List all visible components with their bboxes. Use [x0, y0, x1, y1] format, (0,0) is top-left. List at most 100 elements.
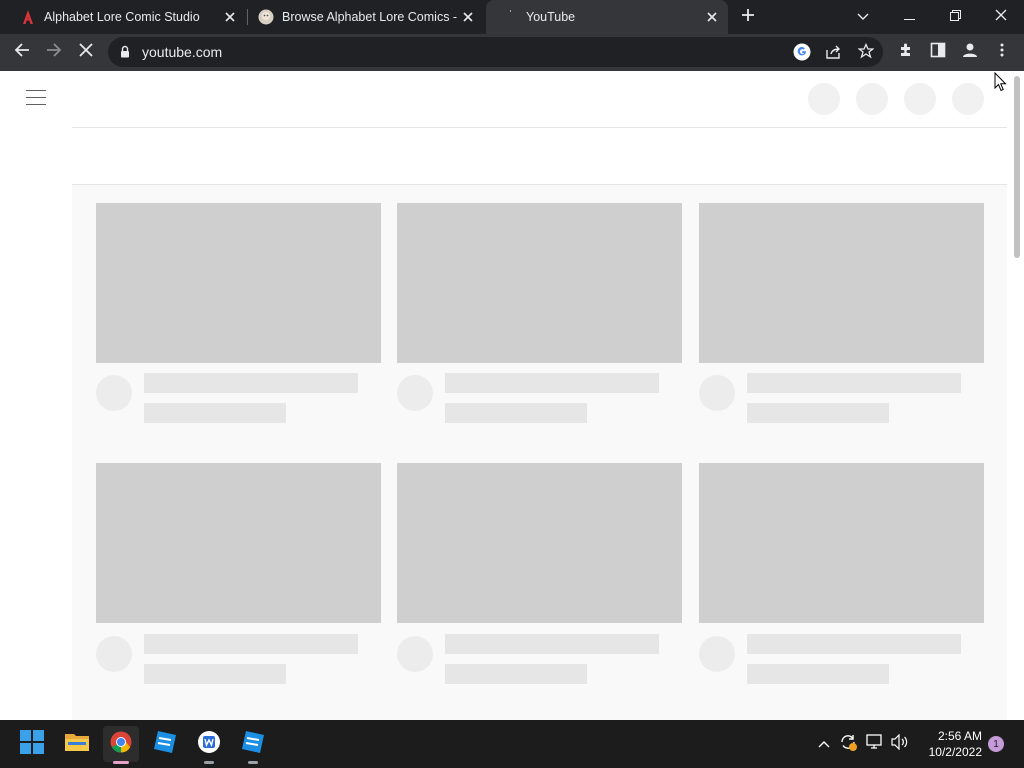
tab-title: YouTube — [526, 10, 576, 24]
title-placeholder — [747, 634, 961, 654]
file-explorer-button[interactable] — [59, 726, 95, 762]
address-bar[interactable]: youtube.com — [108, 37, 883, 67]
header-placeholder-circle — [952, 83, 984, 115]
network-icon — [866, 733, 884, 755]
running-app-indicator — [248, 761, 258, 764]
title-placeholder — [144, 373, 358, 393]
hamburger-menu-icon[interactable] — [26, 90, 46, 106]
restore-button[interactable] — [932, 0, 978, 34]
meta-placeholder — [445, 403, 587, 423]
minimize-button[interactable] — [886, 0, 932, 34]
avatar-placeholder — [397, 636, 433, 672]
lock-icon[interactable] — [120, 45, 130, 63]
chrome-taskbar-button[interactable] — [103, 726, 139, 764]
sync-warning-icon — [838, 732, 858, 757]
arrow-right-icon — [46, 42, 62, 63]
volume-button[interactable] — [890, 733, 910, 755]
header-placeholder-circle — [856, 83, 888, 115]
network-button[interactable] — [865, 733, 885, 755]
thumbnail-placeholder — [96, 463, 381, 623]
start-button[interactable] — [14, 726, 50, 762]
extensions-button[interactable] — [892, 38, 920, 66]
tab-search-button[interactable] — [840, 0, 886, 34]
comic-avatar-icon — [258, 9, 274, 25]
share-icon[interactable] — [825, 44, 841, 65]
header-placeholder-circle — [808, 83, 840, 115]
avatar-placeholder — [96, 636, 132, 672]
title-placeholder — [144, 634, 358, 654]
chrome-icon — [110, 731, 132, 758]
wordpad-icon — [197, 730, 221, 759]
header-placeholder-circle — [904, 83, 936, 115]
close-window-button[interactable] — [978, 0, 1024, 34]
tab-title: Browse Alphabet Lore Comics - C — [282, 10, 458, 24]
scrollbar-thumb[interactable] — [1014, 76, 1020, 258]
tab-search-icon — [857, 8, 869, 26]
title-placeholder — [445, 373, 659, 393]
roblox-studio-icon — [153, 730, 177, 759]
meta-placeholder — [747, 664, 889, 684]
url-text[interactable]: youtube.com — [142, 44, 222, 60]
windows-taskbar: 2:56 AM 10/2/2022 1 — [0, 720, 1024, 768]
close-tab-icon[interactable] — [702, 7, 722, 27]
tab-alphabet-lore-studio[interactable]: Alphabet Lore Comic Studio — [0, 0, 246, 34]
side-panel-icon — [930, 42, 946, 63]
page-scrollbar[interactable] — [1010, 71, 1024, 720]
back-button[interactable] — [8, 38, 36, 66]
browser-toolbar: youtube.com — [0, 34, 1024, 71]
notification-badge[interactable]: 1 — [988, 736, 1004, 752]
sync-status-button[interactable] — [838, 734, 858, 754]
title-placeholder — [747, 373, 961, 393]
header-divider — [72, 127, 1007, 128]
thumbnail-placeholder — [96, 203, 381, 363]
meta-placeholder — [144, 664, 286, 684]
avatar-placeholder — [397, 375, 433, 411]
avatar-placeholder — [699, 375, 735, 411]
show-hidden-icons-button[interactable] — [814, 734, 834, 754]
thumbnail-placeholder — [699, 463, 984, 623]
stop-button[interactable] — [72, 38, 100, 66]
new-tab-button[interactable] — [736, 5, 760, 29]
file-explorer-icon — [64, 731, 90, 758]
title-placeholder — [445, 634, 659, 654]
tab-youtube[interactable]: YouTube — [486, 0, 728, 34]
stop-loading-icon — [79, 42, 93, 62]
thumbnail-placeholder — [397, 463, 682, 623]
extensions-icon — [898, 42, 914, 63]
profile-icon — [961, 41, 979, 64]
taskbar-clock[interactable]: 2:56 AM 10/2/2022 — [916, 728, 982, 760]
tab-browse-comics[interactable]: Browse Alphabet Lore Comics - C — [238, 0, 484, 34]
start-windows-icon — [20, 729, 44, 759]
video-grid — [72, 185, 1007, 720]
profile-button[interactable] — [956, 38, 984, 66]
bookmark-star-icon[interactable] — [857, 42, 875, 64]
restore-icon — [949, 8, 961, 26]
avatar-placeholder — [96, 375, 132, 411]
forward-button[interactable] — [40, 38, 68, 66]
clock-date: 10/2/2022 — [928, 745, 982, 759]
close-tab-icon[interactable] — [220, 7, 240, 27]
mouse-cursor-icon — [994, 71, 1007, 97]
tab-strip: Alphabet Lore Comic Studio Browse Alphab… — [0, 0, 1024, 34]
side-panel-button[interactable] — [924, 38, 952, 66]
avatar-placeholder — [699, 636, 735, 672]
active-app-indicator — [113, 761, 129, 764]
thumbnail-placeholder — [397, 203, 682, 363]
more-menu-button[interactable] — [988, 38, 1016, 66]
plus-icon — [741, 8, 755, 27]
close-icon — [995, 8, 1007, 26]
minimize-icon — [903, 8, 915, 26]
meta-placeholder — [747, 403, 889, 423]
close-tab-icon[interactable] — [458, 7, 478, 27]
clock-time: 2:56 AM — [937, 729, 982, 743]
thumbnail-placeholder — [699, 203, 984, 363]
roblox-studio-button[interactable] — [147, 726, 183, 762]
youtube-page — [0, 71, 1024, 720]
google-lens-icon[interactable] — [793, 43, 811, 66]
chevron-up-icon — [818, 735, 830, 753]
roblox-studio-button-2[interactable] — [235, 726, 271, 764]
roblox-studio-icon-2 — [241, 730, 265, 759]
wordpad-button[interactable] — [191, 726, 227, 764]
tab-title: Alphabet Lore Comic Studio — [44, 10, 200, 24]
volume-icon — [891, 733, 909, 755]
